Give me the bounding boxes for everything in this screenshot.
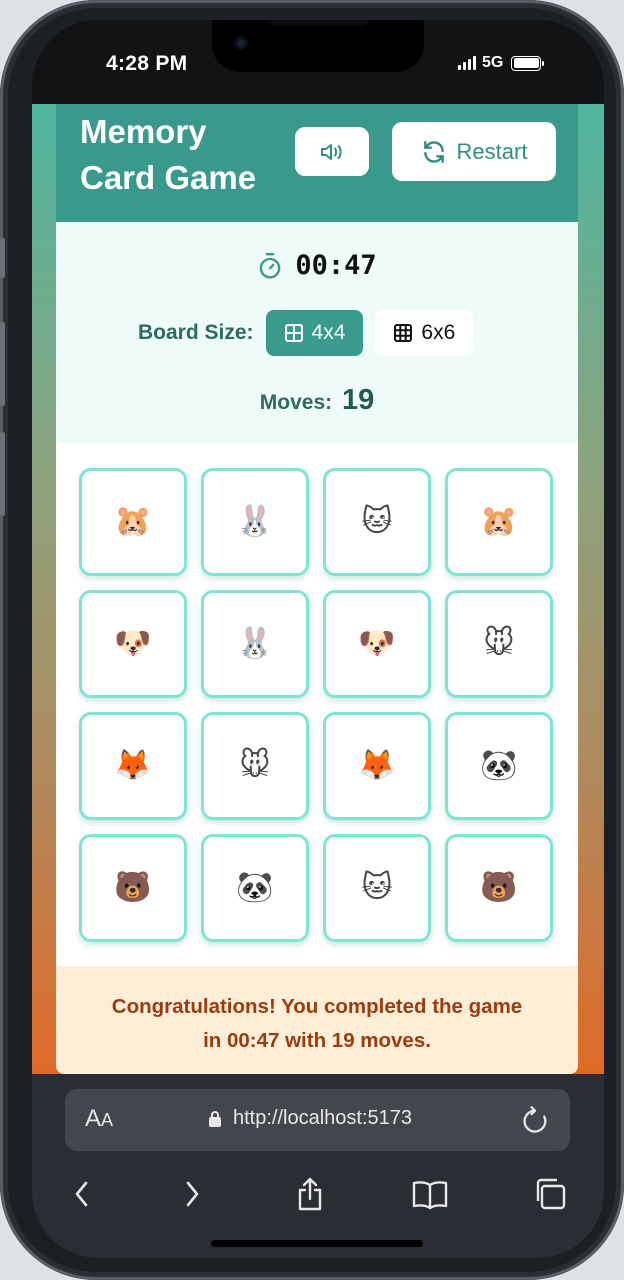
webview: Memory Card Game Restart 00:47 Board Siz… [32,104,604,1074]
lock-icon [209,1111,221,1127]
stopwatch-icon [260,252,281,278]
battery-icon [511,55,545,71]
hamster-icon: 🐹 [114,504,152,539]
panda-icon: 🐼 [236,870,274,905]
share-button[interactable] [286,1170,334,1218]
rabbit-icon: 🐰 [236,504,274,539]
title-line-2: Card Game [80,159,257,196]
memory-game-app: Memory Card Game Restart 00:47 Board Siz… [56,104,578,1074]
timer: 00:47 [56,250,578,281]
reload-icon[interactable] [521,1105,549,1135]
memory-card[interactable]: 🐱 [323,468,431,576]
memory-card[interactable]: 🐰 [201,590,309,698]
board-size-label: Board Size: [138,321,254,344]
reader-settings-button[interactable]: AA [85,1105,113,1133]
app-header: Memory Card Game Restart [56,104,578,222]
status-bar: 4:28 PM 5G [32,20,604,104]
board-size-selector: Board Size: 4x4 6x6 [138,310,474,356]
aa-small: A [101,1110,114,1130]
rabbit-icon: 🐰 [236,626,274,661]
bear-icon: 🐻 [114,870,152,905]
back-button[interactable] [58,1170,106,1218]
memory-card[interactable]: 🐻 [445,834,553,942]
title-line-1: Memory [80,113,207,150]
memory-card[interactable]: 🐶 [79,590,187,698]
tabs-icon [536,1178,566,1210]
size-option-4x4[interactable]: 4x4 [265,310,364,356]
memory-card[interactable]: 🐼 [445,712,553,820]
size-option-label: 6x6 [421,321,456,344]
memory-card[interactable]: 🐭 [445,590,553,698]
app-title: Memory Card Game [80,109,256,201]
network-type: 5G [482,54,504,71]
memory-card[interactable]: 🦊 [79,712,187,820]
fox-icon: 🦊 [358,748,396,783]
speaker-icon [321,143,342,160]
status-indicators: 5G [458,54,545,72]
mouse-icon: 🐭 [483,626,515,661]
congrats-line-2: in 00:47 with 19 moves. [203,1029,431,1052]
volume-up-button [0,322,5,406]
signal-icon [458,56,476,70]
memory-card[interactable]: 🦊 [323,712,431,820]
memory-card[interactable]: 🐶 [323,590,431,698]
restart-label: Restart [456,138,528,164]
restart-button[interactable]: Restart [392,122,556,181]
cat-icon: 🐱 [361,870,393,905]
memory-card[interactable]: 🐭 [201,712,309,820]
aa-large: A [85,1105,102,1132]
dog-icon: 🐶 [114,626,152,661]
phone-frame: 4:28 PM 5G Memory Card Game Restart 00:4… [0,0,624,1280]
game-board: 🐹 🐰 🐱 🐹 🐶 🐰 🐶 🐭 🦊 🐭 🦊 🐼 🐻 🐼 🐱 🐻 [56,443,578,966]
moves-counter: Moves: 19 [56,384,578,417]
memory-card[interactable]: 🐰 [201,468,309,576]
browser-toolbar: AA http://localhost:5173 [32,1074,604,1258]
memory-card[interactable]: 🐻 [79,834,187,942]
screen: 4:28 PM 5G Memory Card Game Restart 00:4… [32,20,604,1258]
refresh-icon [423,140,444,163]
bookmarks-button[interactable] [406,1170,454,1218]
silent-switch [0,238,5,278]
size-option-6x6[interactable]: 6x6 [375,310,474,356]
browser-nav [32,1170,604,1218]
chevron-right-icon [186,1181,199,1207]
front-camera [234,36,248,50]
moves-label: Moves: [259,391,333,414]
mouse-icon: 🐭 [239,748,271,783]
grid-icon [284,324,303,342]
hamster-icon: 🐹 [480,504,518,539]
size-option-label: 4x4 [311,321,346,344]
home-indicator [211,1240,423,1247]
forward-button[interactable] [168,1170,216,1218]
url-text: http://localhost:5173 [233,1107,413,1129]
bear-icon: 🐻 [480,870,518,905]
volume-down-button [0,432,5,516]
earpiece [268,20,368,26]
panda-icon: 🐼 [480,748,518,783]
share-icon [298,1177,322,1211]
grid-icon [394,324,413,342]
tabs-button[interactable] [526,1170,574,1218]
memory-card[interactable]: 🐼 [201,834,309,942]
memory-card[interactable]: 🐹 [79,468,187,576]
book-icon [412,1181,448,1210]
memory-card[interactable]: 🐹 [445,468,553,576]
dog-icon: 🐶 [358,626,396,661]
congrats-line-1: Congratulations! You completed the game [111,995,523,1018]
cat-icon: 🐱 [361,504,393,539]
status-time: 4:28 PM [106,52,188,75]
memory-card[interactable]: 🐱 [323,834,431,942]
timer-value: 00:47 [295,250,377,281]
chevron-left-icon [75,1181,88,1207]
moves-value: 19 [341,384,375,416]
info-panel: 00:47 Board Size: 4x4 6x6 Moves: 19 [56,222,578,443]
sound-toggle-button[interactable] [295,127,369,176]
address-bar[interactable]: AA http://localhost:5173 [65,1089,570,1151]
notch [212,20,424,72]
congratulations-message: Congratulations! You completed the game … [56,966,578,1074]
fox-icon: 🦊 [114,748,152,783]
